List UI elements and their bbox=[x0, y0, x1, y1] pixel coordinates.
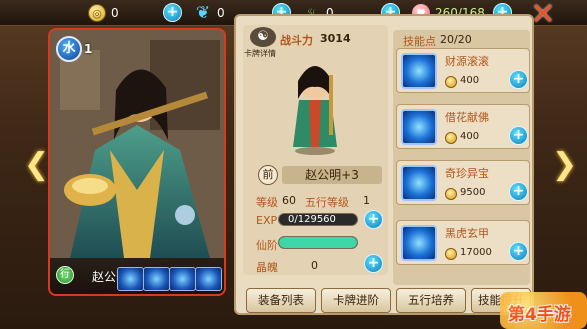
equipment-list-button[interactable]: 装备列表 bbox=[246, 288, 316, 313]
xianyin-label: 仙阶 bbox=[256, 239, 278, 252]
skill-name: 黑虎玄甲 bbox=[445, 227, 489, 240]
hero-name-plate: 赵公明+3 bbox=[282, 166, 382, 184]
next-card-arrow-icon[interactable]: ❯ bbox=[552, 142, 577, 188]
hero-card[interactable]: 水 1 行 赵公明 bbox=[48, 28, 226, 296]
front-row-badge: 前 bbox=[258, 165, 278, 185]
skill-row[interactable]: 黑虎玄甲 17000 + bbox=[396, 220, 530, 265]
wuxing-level-value: 1 bbox=[363, 194, 370, 207]
card-detail-icon[interactable]: ☯ bbox=[250, 27, 276, 47]
wuxing-level-label: 五行等级 bbox=[305, 196, 349, 209]
coin-icon bbox=[445, 248, 457, 260]
skill-points-value: 20/20 bbox=[440, 33, 472, 46]
coin-icon bbox=[445, 132, 457, 144]
gold-coin-icon: ◎ bbox=[88, 4, 106, 22]
jade-value: 0 bbox=[217, 6, 225, 20]
card-skill-2-icon[interactable] bbox=[143, 267, 170, 291]
element-label: 水 bbox=[62, 41, 76, 56]
card-name-badge: 行 bbox=[56, 266, 74, 284]
watermark-logo: 第4手游 bbox=[500, 292, 587, 329]
gold-currency: ◎ 0 bbox=[88, 3, 119, 23]
card-skill-4-icon[interactable] bbox=[195, 267, 222, 291]
skill-row[interactable]: 借花献佛 400 + bbox=[396, 104, 530, 149]
skill-cost: 9500 bbox=[460, 187, 486, 198]
skill-cost: 400 bbox=[460, 75, 480, 86]
add-gold-button[interactable]: + bbox=[163, 3, 182, 22]
blue-swirl-skill-icon bbox=[401, 53, 437, 89]
card-detail-label[interactable]: 卡牌详情 bbox=[244, 48, 276, 59]
power-label: 战斗力 bbox=[280, 34, 313, 47]
blue-treasure-skill-icon bbox=[401, 165, 437, 201]
skill-points-label: 技能点 bbox=[403, 35, 436, 48]
exp-value: 0/129560 bbox=[288, 214, 336, 225]
element-water-badge: 水 bbox=[56, 36, 82, 62]
add-jinghun-button[interactable]: + bbox=[364, 254, 383, 273]
watermark-text: 第4手游 bbox=[508, 305, 571, 325]
upgrade-skill-button[interactable]: + bbox=[509, 242, 528, 261]
card-skill-1-icon[interactable] bbox=[117, 267, 144, 291]
wuxing-train-button[interactable]: 五行培养 bbox=[396, 288, 466, 313]
skill-row[interactable]: 奇珍异宝 9500 + bbox=[396, 160, 530, 205]
level-label: 等级 bbox=[256, 196, 278, 209]
skill-name: 借花献佛 bbox=[445, 111, 489, 124]
coin-icon bbox=[445, 76, 457, 88]
add-exp-button[interactable]: + bbox=[364, 210, 383, 229]
card-advance-button[interactable]: 卡牌进阶 bbox=[321, 288, 391, 313]
previous-card-arrow-icon[interactable]: ❮ bbox=[24, 142, 49, 188]
skill-cost: 400 bbox=[460, 131, 480, 142]
jinghun-label: 晶魄 bbox=[256, 261, 278, 274]
blue-tiger-skill-icon bbox=[401, 225, 437, 261]
xianyin-bar bbox=[278, 236, 358, 249]
exp-label: EXP bbox=[256, 214, 278, 227]
upgrade-skill-button[interactable]: + bbox=[509, 126, 528, 145]
card-skill-3-icon[interactable] bbox=[169, 267, 196, 291]
blue-flower-skill-icon bbox=[401, 109, 437, 145]
xianyin-bar-fill bbox=[279, 237, 357, 248]
jinghun-value: 0 bbox=[311, 259, 318, 272]
skill-name: 奇珍异宝 bbox=[445, 167, 489, 180]
jade-currency: ❦ 0 bbox=[194, 3, 225, 23]
jade-drop-icon: ❦ bbox=[195, 3, 211, 23]
level-value: 60 bbox=[282, 194, 296, 207]
upgrade-skill-button[interactable]: + bbox=[509, 182, 528, 201]
gold-value: 0 bbox=[111, 6, 119, 20]
hero-chibi-figure bbox=[293, 66, 337, 155]
skill-row[interactable]: 财源滚滚 400 + bbox=[396, 48, 530, 93]
card-level: 1 bbox=[84, 42, 93, 56]
hero-portrait-image bbox=[50, 30, 224, 258]
skill-name: 财源滚滚 bbox=[445, 55, 489, 68]
upgrade-skill-button[interactable]: + bbox=[509, 70, 528, 89]
coin-icon bbox=[445, 188, 457, 200]
skill-cost: 17000 bbox=[460, 247, 492, 258]
power-value: 3014 bbox=[320, 32, 351, 45]
